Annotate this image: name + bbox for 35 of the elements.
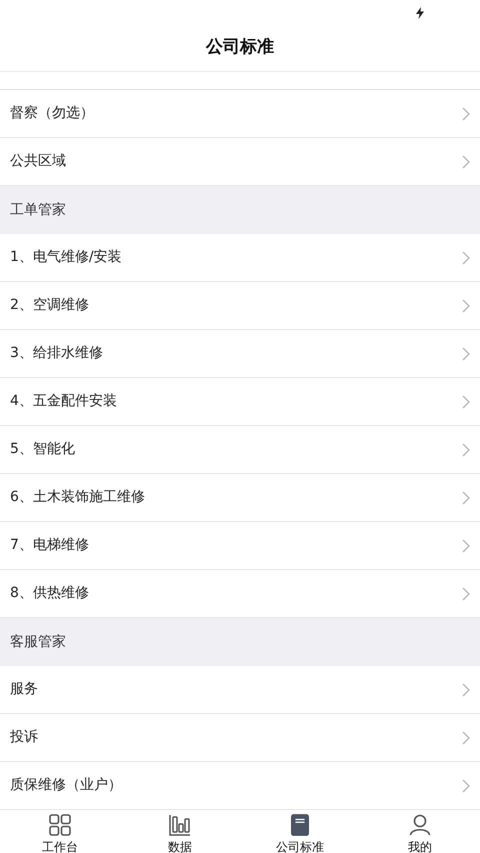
chevron-icon bbox=[462, 298, 470, 312]
section-header: 客服管家 bbox=[10, 632, 66, 652]
section-header: 工单管家 bbox=[10, 200, 66, 220]
list-item[interactable]: 督察（勿选） bbox=[0, 90, 480, 138]
chevron-icon bbox=[462, 682, 470, 696]
grid-icon bbox=[49, 814, 71, 836]
list-item[interactable]: 6、土木装饰施工维修 bbox=[0, 474, 480, 522]
tab[interactable]: 公司标准 bbox=[240, 814, 360, 853]
chevron-icon bbox=[462, 346, 470, 360]
list-item[interactable]: 5、智能化 bbox=[0, 426, 480, 474]
chevron-icon bbox=[462, 250, 470, 264]
chevron-icon bbox=[462, 586, 470, 600]
chevron-icon bbox=[462, 154, 470, 168]
list-item[interactable]: 3、给排水维修 bbox=[0, 330, 480, 378]
charging-icon bbox=[416, 6, 424, 18]
chevron-icon bbox=[462, 394, 470, 408]
tab[interactable]: 数据 bbox=[120, 814, 240, 853]
tab[interactable]: 工作台 bbox=[0, 814, 120, 853]
person-icon bbox=[409, 814, 431, 836]
bar-chart-icon bbox=[169, 814, 191, 836]
chevron-icon bbox=[462, 730, 470, 744]
chevron-icon bbox=[462, 106, 470, 120]
book-icon bbox=[290, 814, 310, 836]
chevron-icon bbox=[462, 490, 470, 504]
chevron-icon bbox=[462, 778, 470, 792]
chevron-icon bbox=[462, 442, 470, 456]
chevron-icon bbox=[462, 538, 470, 552]
list-item[interactable]: 1、电气维修/安装 bbox=[0, 234, 480, 282]
list-item[interactable]: 7、电梯维修 bbox=[0, 522, 480, 570]
tab[interactable]: 我的 bbox=[360, 814, 480, 853]
page-title: 公司标准 bbox=[206, 36, 274, 60]
list-item[interactable]: 4、五金配件安装 bbox=[0, 378, 480, 426]
list-item[interactable]: 服务 bbox=[0, 666, 480, 714]
list-item[interactable]: 2、空调维修 bbox=[0, 282, 480, 330]
list-item[interactable]: 投诉 bbox=[0, 714, 480, 762]
